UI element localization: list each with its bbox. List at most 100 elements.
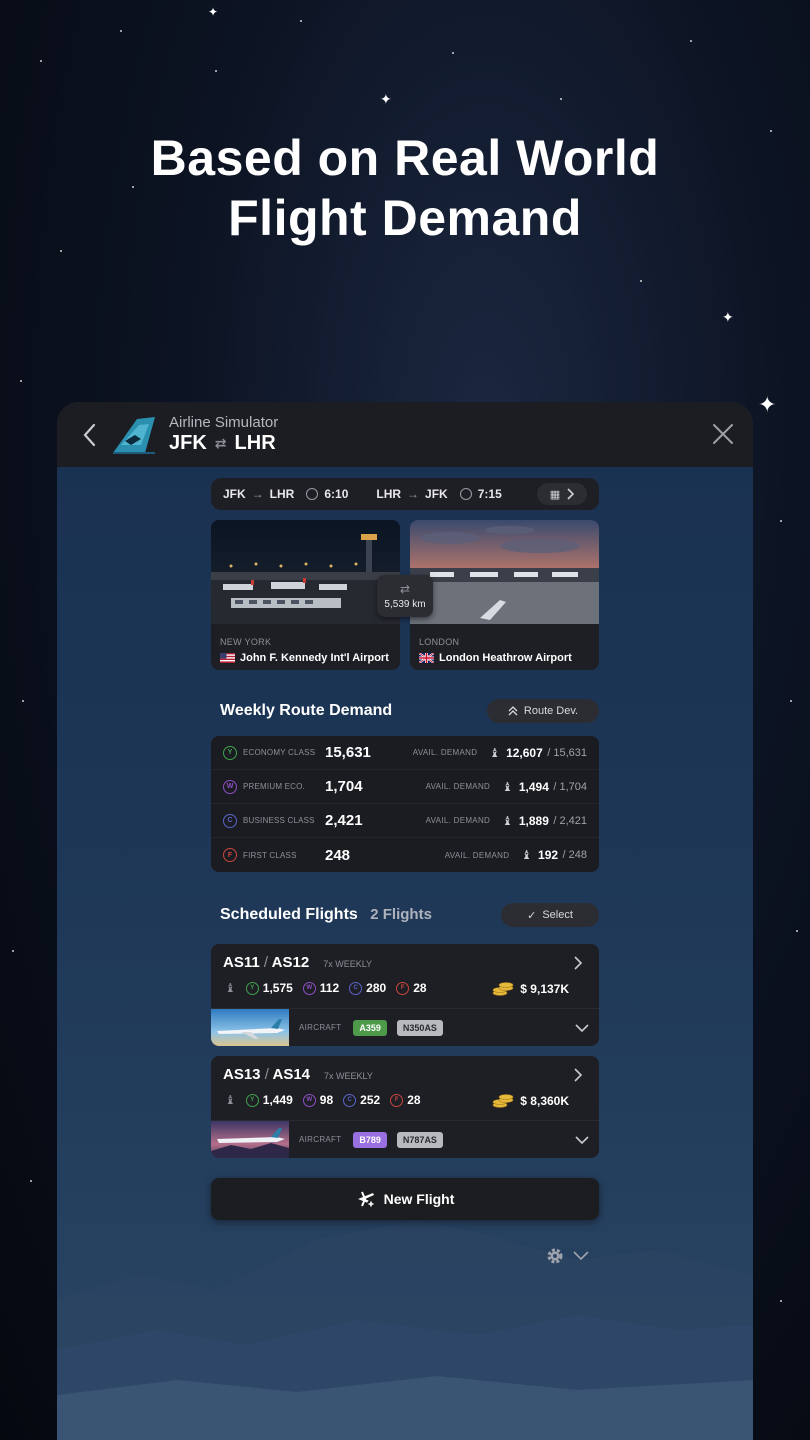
gear-icon[interactable]: [545, 1246, 565, 1266]
aircraft-row: AIRCRAFT A359 N350AS: [211, 1008, 599, 1046]
premium-class-badge: W: [223, 779, 237, 794]
demand-row-first: F FIRST CLASS 248 AVAIL. DEMAND ♝ 192 / …: [211, 838, 599, 872]
route-dev-button[interactable]: Route Dev.: [487, 699, 599, 723]
leg-duration: 6:10: [324, 487, 349, 501]
airport-name-row: London Heathrow Airport: [419, 652, 599, 664]
airport-name: John F. Kennedy Int'l Airport: [240, 652, 389, 664]
flight-code-back: AS14: [272, 1066, 311, 1083]
avail-total: / 2,421: [553, 814, 587, 827]
flight-frequency: 7x WEEKLY: [323, 959, 373, 969]
first-class-badge: F: [396, 981, 410, 995]
seat-icon: ♝: [502, 779, 513, 794]
flight-card[interactable]: AS13 / AS14 7x WEEKLY ♝ Y 1,449 W 98 C 252 …: [211, 1056, 599, 1158]
chevron-up-double-icon: [508, 706, 518, 716]
leg-return: LHR → JFK 7:15: [376, 487, 501, 501]
clock-icon: [459, 488, 472, 500]
avail-value: 1,889: [518, 813, 549, 828]
class-name: ECONOMY CLASS: [243, 748, 316, 757]
scheduled-title: Scheduled Flights: [220, 906, 358, 923]
flight-code-out: AS11: [223, 954, 260, 971]
leg-from: JFK: [223, 487, 246, 501]
distance-value: 5,539 km: [384, 599, 426, 610]
seat-icon: ♝: [489, 745, 501, 760]
distance-badge[interactable]: ⇄ 5,539 km: [377, 575, 433, 617]
origin-airport-photo: [211, 520, 400, 624]
avail-label: AVAIL. DEMAND: [444, 850, 510, 860]
arrow-icon: →: [251, 487, 264, 501]
aircraft-label: AIRCRAFT: [299, 1135, 342, 1144]
coins-icon: [492, 1094, 514, 1108]
origin-airport-card[interactable]: NEW YORK John F. Kennedy Int'l Airport: [211, 520, 400, 670]
avail-total: / 248: [562, 849, 587, 861]
seat-icon: ♝: [521, 848, 533, 862]
select-button[interactable]: ✓ Select: [501, 903, 599, 927]
chevron-right-icon: [567, 488, 575, 500]
economy-class-badge: Y: [245, 981, 259, 995]
uk-flag-icon: [419, 653, 434, 663]
route-content: JFK → LHR 6:10 LHR → JFK 7:15 ▦ NEW YORK…: [211, 478, 599, 1266]
demand-title: Weekly Route Demand: [220, 702, 393, 719]
scheduled-title-row: Scheduled Flights 2 Flights: [220, 906, 432, 924]
avail-value: 192: [538, 848, 559, 862]
leg-details-button[interactable]: ▦: [537, 483, 587, 505]
flight-card[interactable]: AS11 / AS12 7x WEEKLY ♝ Y 1,575 W 112 C 280…: [211, 944, 599, 1046]
close-button[interactable]: [709, 420, 737, 448]
flight-frequency: 7x WEEKLY: [324, 1071, 373, 1081]
airport-name-row: John F. Kennedy Int'l Airport: [220, 652, 400, 664]
class-demand: 1,704: [325, 778, 363, 795]
aircraft-image: [211, 1120, 289, 1158]
slash: /: [264, 1066, 269, 1083]
legs-bar: JFK → LHR 6:10 LHR → JFK 7:15 ▦: [211, 478, 599, 510]
scheduled-section-header: Scheduled Flights 2 Flights ✓ Select: [211, 902, 599, 928]
revenue-value: $ 8,360K: [520, 1094, 569, 1108]
seat-icon: ♝: [502, 813, 513, 828]
demand-table: Y ECONOMY CLASS 15,631 AVAIL. DEMAND ♝ 1…: [211, 736, 599, 872]
business-class-badge: C: [343, 1093, 357, 1107]
demand-row-economy: Y ECONOMY CLASS 15,631 AVAIL. DEMAND ♝ 1…: [211, 736, 599, 770]
new-flight-button[interactable]: New Flight: [211, 1178, 599, 1220]
demand-section-header: Weekly Route Demand Route Dev.: [211, 698, 599, 724]
avail-total: / 1,704: [553, 780, 587, 793]
leg-from: LHR: [376, 487, 402, 501]
chevron-right-icon[interactable]: [571, 1068, 585, 1082]
revenue-value: $ 9,137K: [520, 982, 569, 996]
clock-icon: [306, 488, 319, 500]
plane-add-icon: [357, 1191, 375, 1208]
aircraft-label: AIRCRAFT: [299, 1023, 342, 1032]
back-button[interactable]: [71, 417, 107, 453]
first-seats: 28: [413, 981, 427, 995]
check-icon: ✓: [527, 909, 537, 922]
swap-icon: ⇄: [399, 582, 411, 596]
headline: Based on Real World Flight Demand: [0, 128, 810, 248]
aircraft-type-tag: A359: [353, 1019, 387, 1036]
aircraft-row: AIRCRAFT B789 N787AS: [211, 1120, 599, 1158]
avail-label: AVAIL. DEMAND: [425, 782, 491, 791]
chevron-down-icon[interactable]: [575, 1021, 589, 1035]
business-seats: 252: [360, 1093, 381, 1107]
premium-class-badge: W: [302, 1093, 316, 1107]
aircraft-image: [211, 1008, 289, 1046]
slash: /: [263, 954, 269, 971]
seat-icon: ♝: [225, 981, 236, 995]
flight-code-out: AS13: [223, 1066, 261, 1083]
premium-seats: 98: [319, 1093, 334, 1107]
headline-line-1: Based on Real World: [150, 130, 660, 186]
airport-city: LONDON: [419, 637, 460, 647]
class-name: PREMIUM ECO.: [243, 782, 305, 791]
premium-class-badge: W: [302, 981, 316, 995]
airports: NEW YORK John F. Kennedy Int'l Airport L…: [211, 520, 599, 670]
us-flag-icon: [220, 653, 235, 663]
class-demand: 15,631: [325, 744, 371, 761]
flights-count: 2 Flights: [370, 906, 432, 923]
avail-value: 12,607: [506, 745, 543, 760]
leg-outbound: JFK → LHR 6:10: [223, 487, 348, 501]
chevron-down-icon[interactable]: [575, 1133, 589, 1147]
class-demand: 2,421: [325, 812, 363, 829]
chevron-down-icon[interactable]: [573, 1251, 589, 1261]
aircraft-registration-tag: N787AS: [396, 1131, 443, 1148]
close-icon: [713, 424, 733, 444]
select-label: Select: [542, 909, 573, 921]
seat-icon: ♝: [225, 1093, 236, 1107]
destination-airport-card[interactable]: LONDON London Heathrow Airport: [410, 520, 599, 670]
chevron-right-icon[interactable]: [571, 956, 585, 970]
